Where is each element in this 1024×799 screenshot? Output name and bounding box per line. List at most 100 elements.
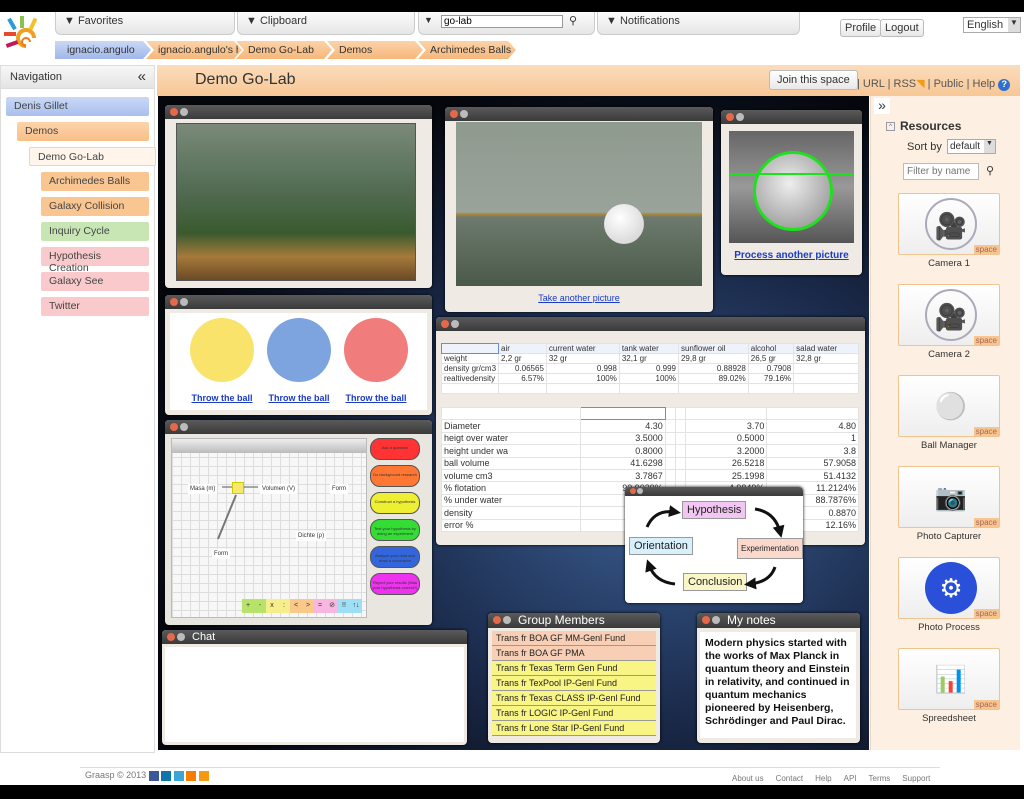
table-cell[interactable]: 3.5000	[579, 431, 666, 446]
breadcrumb-demo-golab[interactable]: Demo Go-Lab	[236, 41, 332, 59]
notifications-menu[interactable]: ▼ Notifications	[597, 12, 800, 35]
resource-label[interactable]: Photo Process	[880, 622, 1018, 633]
operator-button[interactable]: ⊘	[326, 599, 338, 613]
operator-button[interactable]: !!	[338, 599, 350, 613]
table-cell[interactable]: 3.70	[684, 419, 768, 433]
close-icon[interactable]	[170, 298, 178, 306]
url-link[interactable]: URL	[863, 78, 885, 90]
nav-item-denis-gillet[interactable]: Denis Gillet	[6, 97, 149, 116]
minimize-icon[interactable]	[451, 320, 459, 328]
close-icon[interactable]	[702, 616, 710, 624]
inquiry-step[interactable]: Construct a hypothesis	[370, 492, 420, 514]
blogger-icon[interactable]	[186, 770, 197, 781]
close-icon[interactable]	[170, 108, 178, 116]
table-cell[interactable]	[441, 406, 581, 421]
close-icon[interactable]	[450, 110, 458, 118]
footer-link[interactable]: Support	[902, 774, 930, 783]
table-cell[interactable]: density gr/cm3	[440, 363, 500, 374]
table-cell[interactable]	[498, 383, 547, 394]
table-cell[interactable]: % under water	[441, 493, 581, 508]
table-cell[interactable]: 4.30	[579, 419, 666, 433]
language-select[interactable]: English ▼	[963, 17, 1021, 33]
column-header[interactable]: tank water	[618, 343, 679, 354]
resource-tile[interactable]: 📊 space	[898, 648, 1000, 710]
nav-item-galaxy-collision[interactable]: Galaxy Collision	[41, 197, 149, 216]
table-cell[interactable]	[684, 406, 768, 421]
footer-link[interactable]: Terms	[869, 774, 891, 783]
expand-panel-button[interactable]: »	[874, 98, 890, 114]
operator-button[interactable]: +	[242, 599, 254, 613]
process-another-picture-link[interactable]: Process another picture	[721, 250, 862, 261]
linkedin-icon[interactable]	[161, 770, 172, 781]
table-cell[interactable]	[793, 363, 859, 374]
take-another-picture-link[interactable]: Take another picture	[445, 293, 713, 303]
resource-label[interactable]: Photo Capturer	[880, 531, 1018, 542]
operator-button[interactable]: :	[278, 599, 290, 613]
resource-tile[interactable]: ⚪ space	[898, 375, 1000, 437]
clipboard-menu[interactable]: ▼ Clipboard	[237, 12, 415, 35]
table-cell[interactable]	[677, 383, 749, 394]
footer-link[interactable]: About us	[732, 774, 764, 783]
table-cell[interactable]: 32,8 gr	[793, 353, 859, 364]
table-cell[interactable]	[793, 373, 859, 384]
table-cell[interactable]: realtivedensity	[440, 373, 500, 384]
table-cell[interactable]: 1	[766, 431, 859, 446]
table-cell[interactable]: 57.9058	[766, 456, 859, 470]
group-member[interactable]: Trans fr Texas CLASS IP-Genl Fund	[492, 691, 656, 706]
table-cell[interactable]	[664, 468, 676, 483]
table-cell[interactable]	[664, 456, 676, 470]
table-cell[interactable]: 41.6298	[579, 456, 666, 470]
table-cell[interactable]: 32 gr	[545, 353, 620, 364]
logout-button[interactable]: Logout	[880, 19, 924, 37]
search-caret-icon[interactable]: ▼	[424, 15, 433, 25]
operator-button[interactable]: -	[254, 599, 266, 613]
notes-text[interactable]: Modern physics started with the works of…	[700, 632, 856, 738]
table-cell[interactable]	[618, 383, 679, 394]
minimize-icon[interactable]	[736, 113, 744, 121]
resource-tile[interactable]: 🎥 space	[898, 284, 1000, 346]
table-cell[interactable]: 0.8000	[579, 444, 666, 458]
operator-button[interactable]: >	[302, 599, 314, 613]
rss-link[interactable]: RSS	[894, 78, 917, 90]
group-member[interactable]: Trans fr BOA GF MM-Genl Fund	[492, 631, 656, 646]
table-cell[interactable]	[674, 431, 686, 446]
facebook-icon[interactable]	[148, 770, 159, 781]
group-member[interactable]: Trans fr Texas Term Gen Fund	[492, 661, 656, 676]
table-cell[interactable]	[747, 383, 795, 394]
close-icon[interactable]	[170, 423, 178, 431]
table-cell[interactable]	[674, 468, 686, 483]
table-cell[interactable]	[664, 406, 676, 421]
column-header[interactable]: air	[498, 343, 547, 354]
filter-search-icon[interactable]: ⚲	[986, 164, 994, 177]
minimize-icon[interactable]	[180, 108, 188, 116]
table-cell[interactable]	[545, 383, 620, 394]
column-header[interactable]: alcohol	[747, 343, 795, 354]
inquiry-step[interactable]: Analyze your data and draw a conclusion	[370, 546, 420, 568]
table-cell[interactable]: 0.88928	[677, 363, 749, 374]
group-member[interactable]: Trans fr Lone Star IP-Genl Fund	[492, 721, 656, 736]
concept-map-canvas[interactable]: Masa (m) Volumen (V) Form Form Dichte (ρ…	[171, 438, 367, 618]
breadcrumb-archimedes[interactable]: Archimedes Balls	[418, 41, 516, 59]
nav-item-twitter[interactable]: Twitter	[41, 297, 149, 316]
throw-blue-ball-link[interactable]: Throw the ball	[261, 393, 337, 403]
minimize-icon[interactable]	[180, 423, 188, 431]
table-cell[interactable]: error %	[441, 518, 581, 532]
table-cell[interactable]: 26.5218	[684, 456, 768, 470]
sort-select[interactable]: default ▼	[947, 139, 996, 154]
table-cell[interactable]	[766, 406, 859, 421]
table-cell[interactable]: 3.2000	[684, 444, 768, 458]
table-cell[interactable]	[674, 419, 686, 433]
minimize-icon[interactable]	[503, 616, 511, 624]
graasp-logo[interactable]	[4, 16, 46, 56]
close-icon[interactable]	[167, 633, 175, 641]
table-cell[interactable]: 3.7867	[579, 468, 666, 483]
footer-link[interactable]: Contact	[776, 774, 804, 783]
table-cell[interactable]: 3.8	[766, 444, 859, 458]
close-icon[interactable]	[493, 616, 501, 624]
minimize-icon[interactable]	[180, 298, 188, 306]
operator-button[interactable]: ↑↓	[350, 599, 362, 613]
table-cell[interactable]	[579, 406, 666, 421]
minimize-icon[interactable]	[177, 633, 185, 641]
breadcrumb-user[interactable]: ignacio.angulo	[55, 41, 151, 59]
collapse-resources-icon[interactable]: ^	[886, 122, 895, 131]
